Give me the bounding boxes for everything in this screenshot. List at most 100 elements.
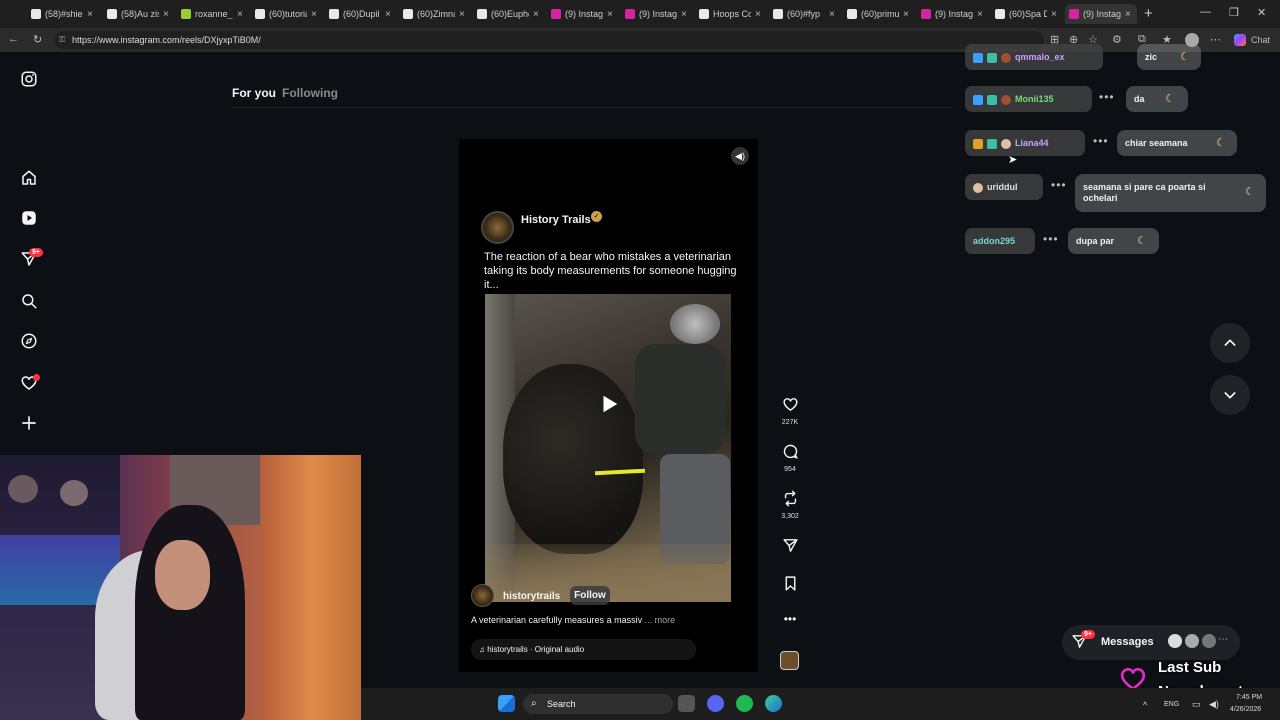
browser-tab[interactable]: (60)#fyp × [773, 4, 838, 24]
next-reel-button[interactable] [1210, 375, 1250, 415]
clock-time[interactable]: 7:45 PM [1236, 694, 1262, 701]
caption-more-link[interactable]: ... more [645, 615, 676, 625]
author-avatar[interactable] [471, 584, 494, 607]
previous-reel-button[interactable] [1210, 323, 1250, 363]
chat-separator-dots: ••• [1043, 232, 1059, 246]
instagram-icon [625, 9, 635, 19]
browser-tab[interactable]: (60)Zimna × [403, 4, 468, 24]
avatar [1202, 634, 1216, 648]
explore-icon[interactable] [20, 332, 38, 350]
close-tab-icon[interactable]: × [607, 9, 613, 20]
browser-tab[interactable]: (9) Instag × [551, 4, 616, 24]
instagram-logo-icon[interactable] [20, 70, 38, 88]
windows-start-icon[interactable] [498, 695, 515, 712]
like-button[interactable]: 227K [779, 396, 801, 426]
taskbar-search[interactable]: ⌕ Search [523, 694, 673, 714]
browser-tab[interactable]: (58)#shie × [31, 4, 96, 24]
chat-message: zic [1137, 44, 1201, 70]
browser-tab[interactable]: (9) Instag × [921, 4, 986, 24]
close-tab-icon[interactable]: × [87, 9, 93, 20]
task-view-icon[interactable] [678, 695, 695, 712]
browser-tab[interactable]: (60)Eupho × [477, 4, 542, 24]
close-tab-icon[interactable]: × [1125, 9, 1131, 20]
badge-icon [987, 94, 997, 105]
channel-avatar[interactable] [481, 211, 514, 244]
close-tab-icon[interactable]: × [533, 9, 539, 20]
play-icon[interactable] [598, 393, 620, 415]
more-icon[interactable]: ⋯ [1218, 634, 1228, 645]
close-tab-icon[interactable]: × [903, 9, 909, 20]
close-tab-icon[interactable]: × [311, 9, 317, 20]
minimize-icon[interactable]: — [1200, 6, 1211, 18]
chevron-up-icon [1224, 339, 1236, 346]
close-tab-icon[interactable]: × [385, 9, 391, 20]
tiktok-icon [847, 9, 857, 19]
copilot-icon[interactable] [1234, 34, 1246, 46]
create-plus-icon[interactable] [20, 414, 38, 432]
heart-icon [782, 398, 798, 411]
close-window-icon[interactable]: ✕ [1257, 6, 1266, 19]
more-menu-icon[interactable]: ⋯ [1210, 33, 1221, 46]
more-options-icon[interactable]: ••• [779, 612, 801, 626]
close-tab-icon[interactable]: × [459, 9, 465, 20]
tray-chevron-icon[interactable]: ^ [1143, 700, 1147, 710]
restore-icon[interactable]: ❐ [1229, 6, 1239, 19]
share-button[interactable] [779, 537, 801, 559]
clock-date[interactable]: 4/26/2026 [1230, 706, 1261, 713]
tab-following[interactable]: Following [282, 86, 338, 100]
search-icon[interactable] [20, 292, 38, 310]
chat-username: uriddul [965, 174, 1043, 200]
language-indicator[interactable]: ENG [1164, 701, 1179, 708]
extensions-icon[interactable]: ⚙ [1112, 33, 1122, 46]
close-tab-icon[interactable]: × [755, 9, 761, 20]
notification-dot [33, 374, 40, 381]
site-info-icon[interactable]: ⚿ [59, 31, 65, 49]
tiktok-icon [403, 9, 413, 19]
repost-button[interactable]: 3,302 [779, 490, 801, 520]
badge-icon [973, 52, 983, 63]
close-tab-icon[interactable]: × [977, 9, 983, 20]
new-tab-icon[interactable]: + [1144, 5, 1153, 22]
back-icon[interactable]: ← [8, 33, 19, 45]
close-tab-icon[interactable]: × [1051, 9, 1057, 20]
browser-tab[interactable]: roxanne_r × [181, 4, 246, 24]
reels-icon[interactable] [20, 209, 38, 227]
badge-icon [987, 52, 997, 63]
tab-for-you[interactable]: For you [232, 86, 276, 100]
tiktok-icon [329, 9, 339, 19]
author-name[interactable]: historytrails [503, 591, 560, 602]
edge-icon[interactable] [765, 695, 782, 712]
header-divider [232, 107, 952, 108]
browser-tab-strip: (58)#shie × (58)Au zis × roxanne_r × (60)tu… [0, 0, 1280, 28]
close-tab-icon[interactable]: × [829, 9, 835, 20]
chat-username: qmmalo_ex [965, 44, 1103, 70]
browser-tab[interactable]: (60)Spa D × [995, 4, 1060, 24]
volume-tray-icon[interactable]: ◀) [1209, 699, 1219, 710]
tiktok-icon [773, 9, 783, 19]
volume-icon[interactable]: ◀) [731, 147, 749, 165]
home-icon[interactable] [20, 169, 38, 187]
browser-tab-active[interactable]: (9) Instag × [1065, 4, 1137, 24]
audio-thumbnail[interactable] [780, 651, 799, 670]
comment-button[interactable]: 954 [779, 443, 801, 473]
spotify-icon[interactable] [736, 695, 753, 712]
channel-name[interactable]: History Trails [521, 214, 591, 226]
reload-icon[interactable]: ↻ [33, 33, 42, 46]
discord-icon[interactable] [707, 695, 724, 712]
url-field[interactable]: ⚿ https://www.instagram.com/reels/DXjyxp… [54, 31, 1044, 49]
audio-pill[interactable]: ♫ historytrails · Original audio [471, 639, 696, 660]
close-tab-icon[interactable]: × [681, 9, 687, 20]
reel-video[interactable] [485, 294, 731, 602]
browser-tab[interactable]: Hoops Co × [699, 4, 764, 24]
save-button[interactable] [779, 575, 801, 597]
browser-tab[interactable]: (58)Au zis × [107, 4, 172, 24]
browser-tab[interactable]: (9) Instag × [625, 4, 690, 24]
browser-tab[interactable]: (60)tutoria × [255, 4, 320, 24]
follow-button[interactable]: Follow [570, 586, 610, 605]
close-tab-icon[interactable]: × [163, 9, 169, 20]
browser-tab[interactable]: (60)primu × [847, 4, 912, 24]
browser-tab[interactable]: (60)Dupil × [329, 4, 394, 24]
chat-button[interactable]: Chat [1251, 35, 1270, 45]
close-tab-icon[interactable]: × [237, 9, 243, 20]
network-icon[interactable]: ▭ [1192, 699, 1201, 710]
